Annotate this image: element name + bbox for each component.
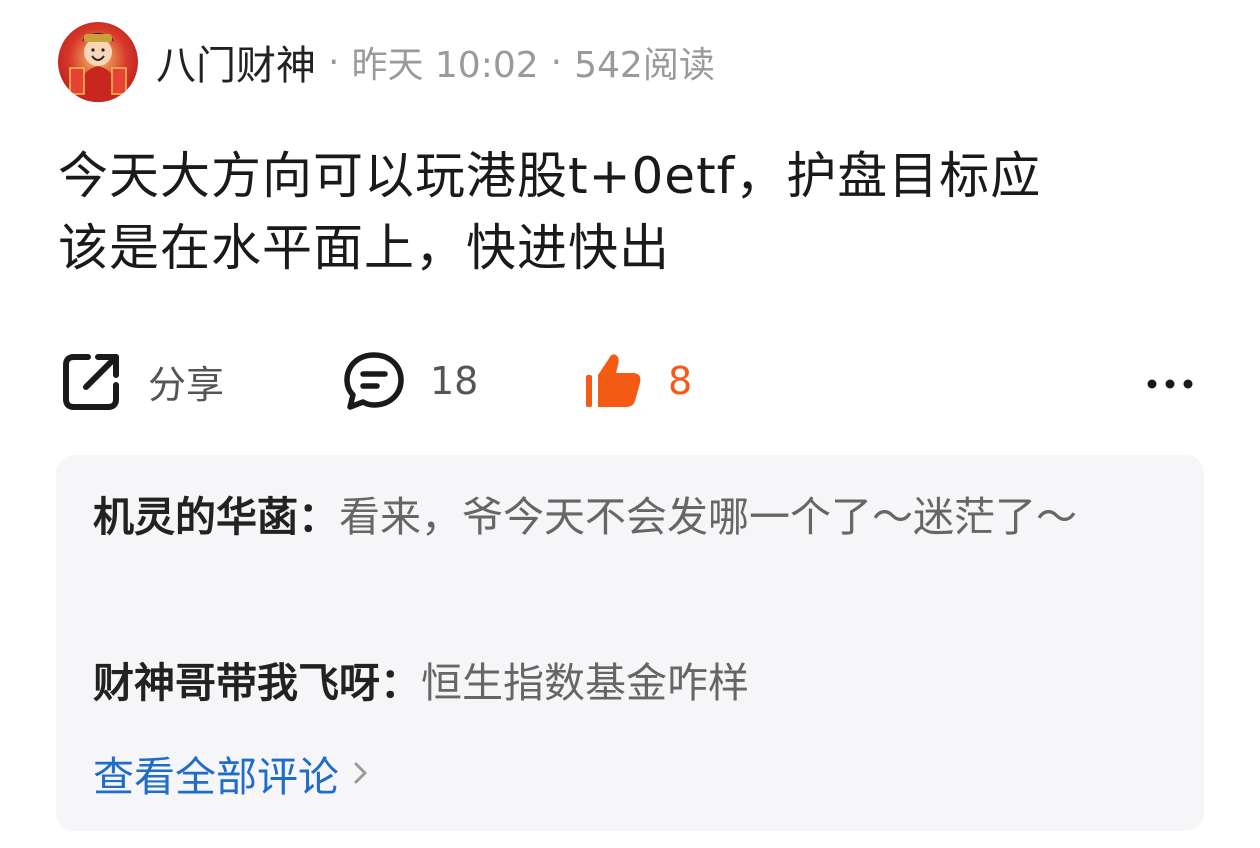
like-button[interactable]: 8 [582, 348, 692, 414]
post-text-line: 该是在水平面上，快进快出 [58, 219, 670, 277]
post-time: 昨天 10:02 [351, 45, 539, 86]
commenter-name[interactable]: 机灵的华菡： [93, 493, 339, 541]
chevron-right-icon [351, 758, 371, 788]
post-text-line: 今天大方向可以玩港股t+0etf，护盘目标应 [58, 147, 1042, 205]
more-icon [1147, 379, 1193, 389]
comment-item[interactable]: 机灵的华菡：看来，爷今天不会发哪一个了～迷茫了～ [93, 485, 1163, 549]
read-count: 542阅读 [574, 45, 715, 86]
view-all-comments-label: 查看全部评论 [93, 753, 339, 801]
avatar[interactable] [58, 22, 138, 102]
view-all-comments-link[interactable]: 查看全部评论 [93, 741, 371, 805]
author-name[interactable]: 八门财神 [156, 33, 316, 91]
share-icon [63, 354, 119, 410]
comment-item[interactable]: 财神哥带我飞呀：恒生指数基金咋样 [93, 651, 1163, 715]
commenter-name[interactable]: 财神哥带我飞呀： [93, 659, 421, 707]
more-button[interactable] [1140, 348, 1200, 414]
comment-text: 看来，爷今天不会发哪一个了～迷茫了～ [339, 493, 1077, 541]
like-count: 8 [668, 359, 693, 403]
separator-dot: · [328, 41, 340, 83]
post-content[interactable]: 今天大方向可以玩港股t+0etf，护盘目标应 该是在水平面上，快进快出 [58, 140, 1208, 284]
thumbs-up-icon [586, 354, 641, 407]
post-card: 八门财神 · 昨天 10:02 · 542阅读 今天大方向可以玩港股t+0etf… [0, 0, 1260, 848]
avatar-image [58, 22, 138, 102]
comment-button[interactable]: 18 [342, 348, 478, 414]
comment-text: 恒生指数基金咋样 [421, 659, 749, 707]
post-header: 八门财神 · 昨天 10:02 · 542阅读 [58, 22, 715, 102]
share-label: 分享 [148, 362, 225, 407]
separator-dot: · [550, 41, 563, 83]
comments-preview: 机灵的华菡：看来，爷今天不会发哪一个了～迷茫了～ 财神哥带我飞呀：恒生指数基金咋… [56, 455, 1204, 831]
comment-count: 18 [430, 359, 479, 403]
share-button[interactable]: 分享 [60, 348, 224, 414]
comment-icon [344, 352, 404, 410]
action-bar: 分享 18 8 [60, 348, 1200, 414]
